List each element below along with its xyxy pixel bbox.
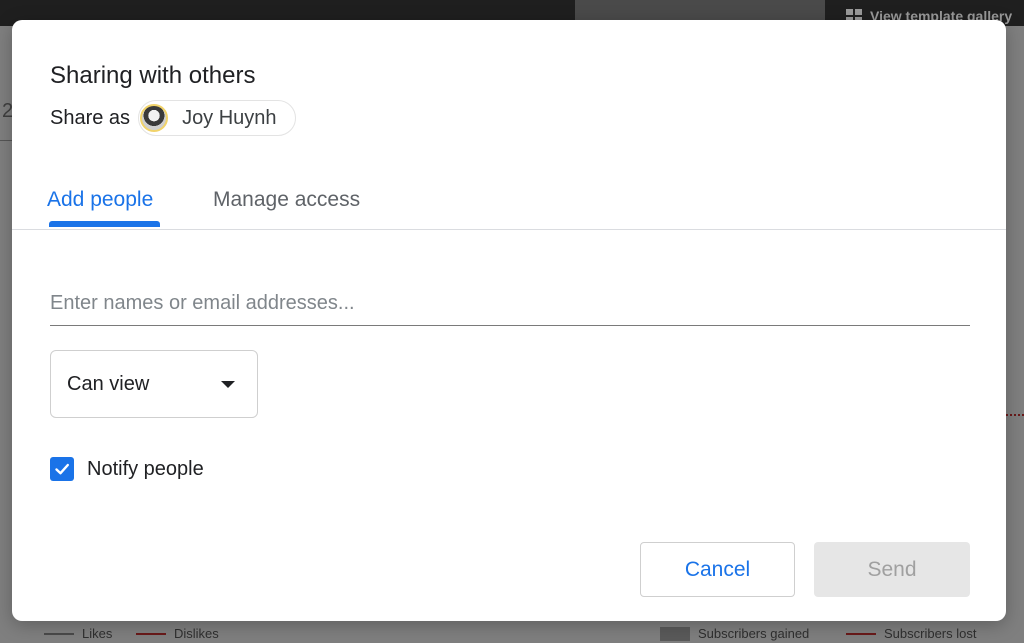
send-button[interactable]: Send [814,542,970,597]
sharing-dialog: Sharing with others Share as Joy Huynh A… [12,20,1006,621]
legend-label: Subscribers lost [884,626,977,641]
legend-item-likes: Likes [44,626,112,641]
checkmark-icon [55,463,69,475]
tab-manage-access[interactable]: Manage access [213,188,360,212]
legend-swatch [136,632,166,635]
permission-dropdown[interactable]: Can view [50,350,258,418]
active-tab-indicator [49,221,160,227]
notify-row: Notify people [50,457,204,481]
tab-bar: Add people Manage access [12,180,1006,230]
background-chart-line [1006,414,1024,419]
share-as-row: Share as Joy Huynh [50,100,296,136]
legend-swatch [44,632,74,635]
notify-label: Notify people [87,457,204,480]
background-divider [0,140,12,141]
dropdown-caret-icon [221,381,235,388]
notify-checkbox[interactable] [50,457,74,481]
legend-item-subscribers-gained: Subscribers gained [660,626,809,641]
legend-item-dislikes: Dislikes [136,626,219,641]
legend-label: Likes [82,626,113,641]
share-as-user-chip[interactable]: Joy Huynh [138,100,296,136]
share-as-label: Share as [50,106,131,129]
cancel-button[interactable]: Cancel [640,542,795,597]
user-name: Joy Huynh [182,106,277,129]
legend-swatch [846,632,876,635]
legend-swatch [660,626,690,641]
legend-item-subscribers-lost: Subscribers lost [846,626,976,641]
avatar [140,104,169,132]
tab-add-people[interactable]: Add people [47,188,153,212]
legend-label: Dislikes [174,626,219,641]
permission-selected-value: Can view [67,372,150,395]
legend-label: Subscribers gained [698,626,810,641]
email-input[interactable] [50,282,970,326]
dialog-title: Sharing with others [50,62,256,89]
